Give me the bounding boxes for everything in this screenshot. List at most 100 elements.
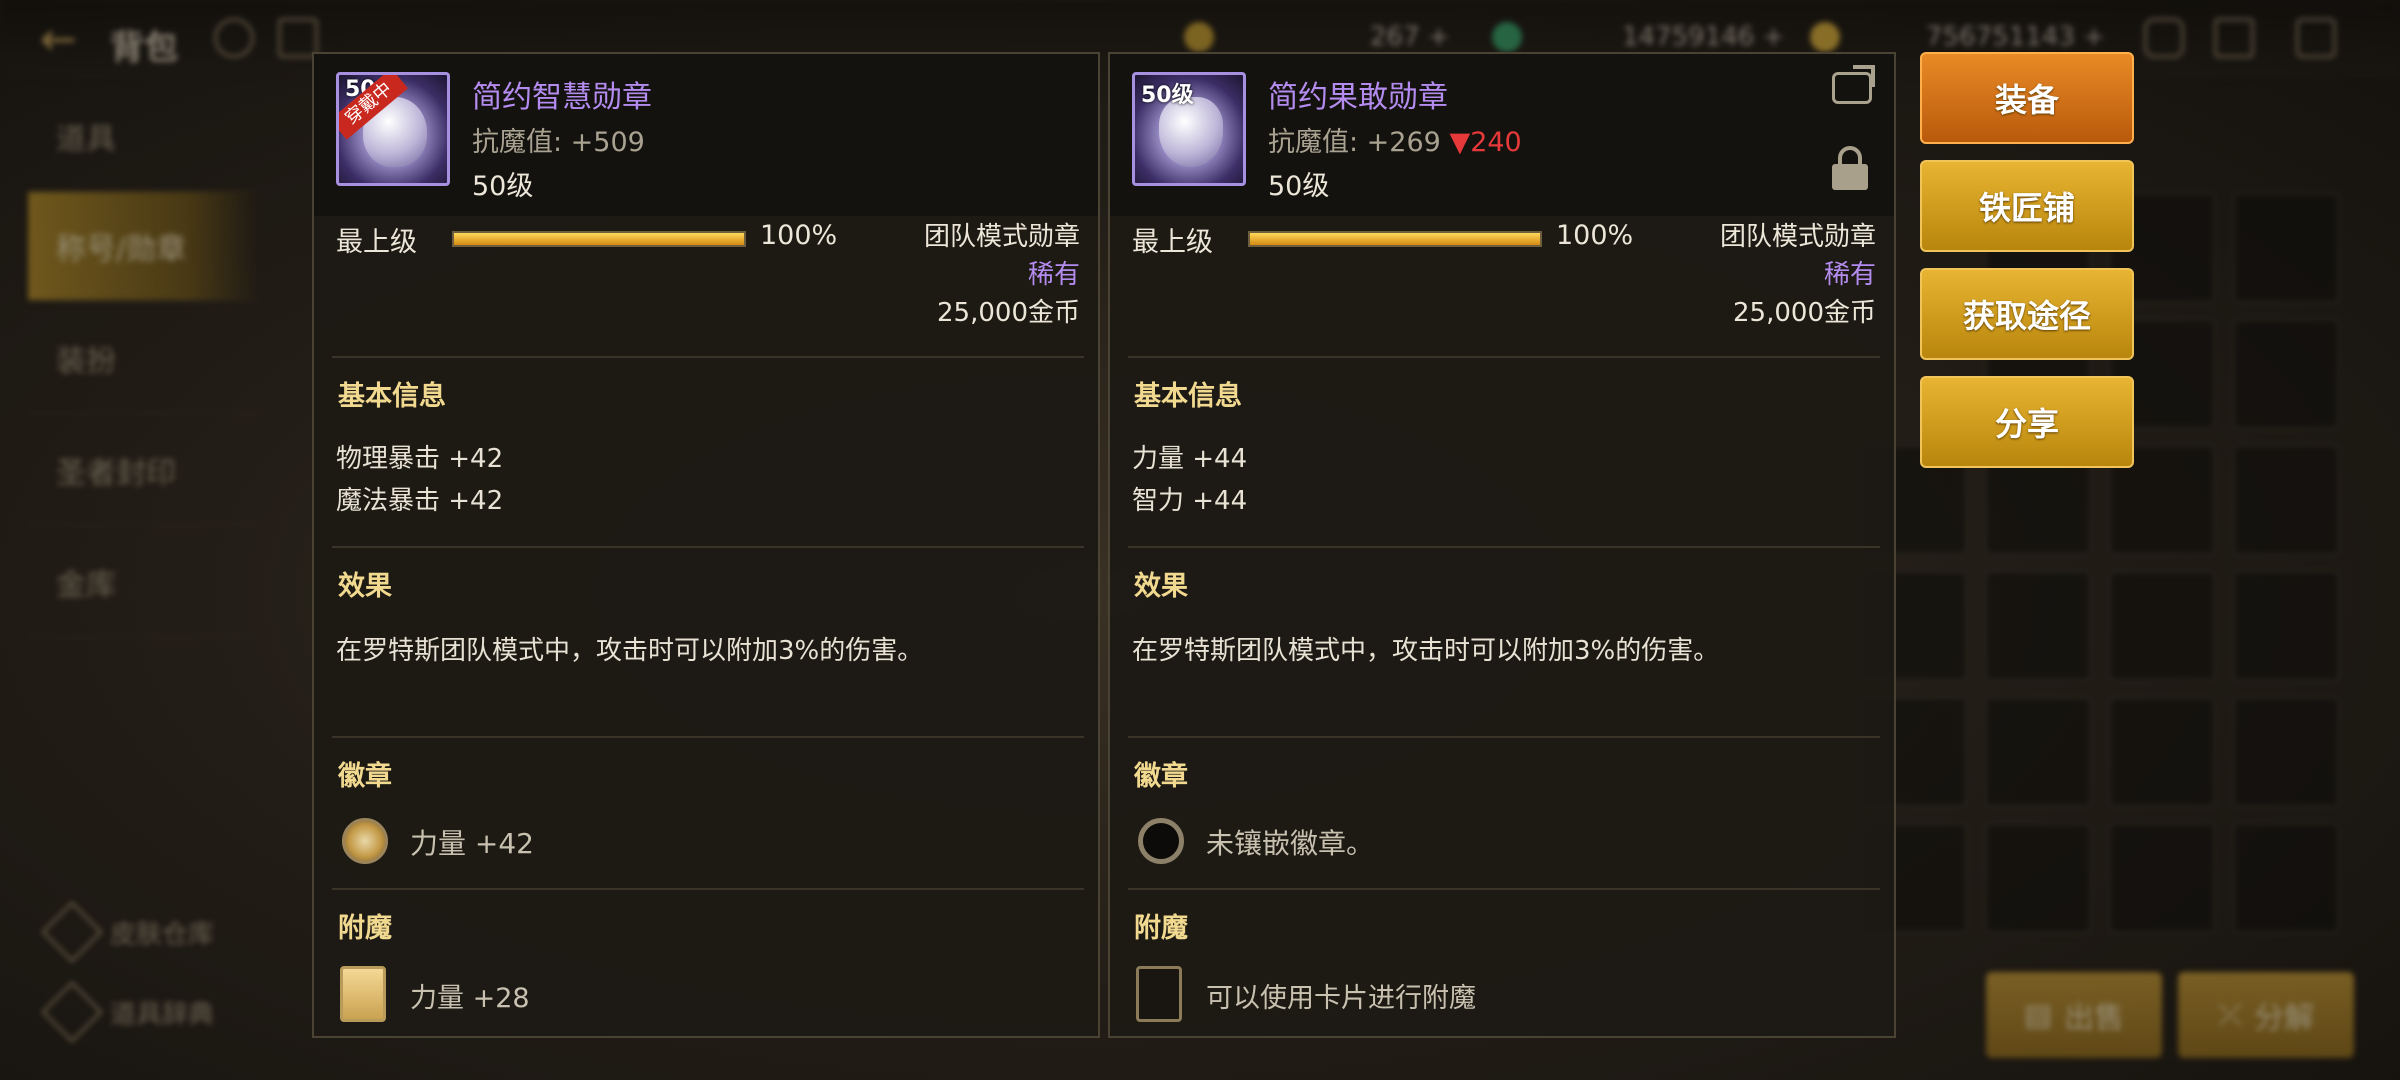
inventory-slot[interactable] (1984, 822, 2092, 934)
mail-icon[interactable] (2214, 18, 2254, 58)
divider (332, 356, 1084, 358)
sidebar-item-seal[interactable]: 圣者封印 (28, 416, 258, 526)
sell-button[interactable]: ▤ 出售 (1986, 972, 2162, 1058)
inventory-slot[interactable] (2108, 696, 2216, 808)
magic-resist-stat: 抗魔值: +269 ▼240 (1268, 120, 1522, 159)
basic-stat-line: 物理暴击 +42 (336, 444, 504, 474)
blacksmith-button[interactable]: 铁匠铺 (1920, 160, 2134, 252)
emblem-slot-icon (342, 818, 388, 864)
item-dictionary-button[interactable]: 道具辞典 (40, 980, 215, 1044)
inventory-slot[interactable] (1984, 696, 2092, 808)
emblem-title: 徽章 (338, 761, 392, 792)
divider (1128, 736, 1880, 738)
item-category: 团队模式勋章 (923, 222, 1080, 252)
item-tooltip-equipped: 50 穿戴中 简约智慧勋章 抗魔值: +509 50级 最上级 100% 团队模… (312, 52, 1100, 1038)
settings-icon[interactable] (214, 18, 254, 58)
divider (1128, 888, 1880, 890)
enchant-text: 力量 +28 (410, 983, 530, 1014)
basic-stat-line: 魔法暴击 +42 (336, 486, 504, 516)
basic-info-title: 基本信息 (1134, 381, 1242, 412)
divider (332, 736, 1084, 738)
currency-3-amount[interactable]: 756751143 + (1926, 22, 2105, 52)
lock-body (1832, 164, 1868, 190)
currency-2-amount[interactable]: 14759146 + (1622, 22, 1784, 52)
item-name: 简约智慧勋章 (472, 80, 652, 115)
sidebar-item-label: 称号/勋章 (56, 232, 187, 267)
divider (1128, 546, 1880, 548)
item-price: 25,000金币 (1733, 298, 1876, 328)
item-level: 50级 (472, 171, 534, 202)
dictionary-icon (40, 980, 104, 1044)
divider (1128, 356, 1880, 358)
obtain-method-button[interactable]: 获取途径 (1920, 268, 2134, 360)
item-dictionary-label: 道具辞典 (110, 999, 215, 1030)
medal-icon: 50 穿戴中 (336, 72, 450, 186)
enchant-title: 附魔 (1134, 913, 1188, 944)
sidebar-item-vault[interactable]: 金库 (28, 528, 258, 638)
emblem-text: 力量 +42 (410, 827, 534, 860)
divider (332, 888, 1084, 890)
currency-1-amount[interactable]: 267 + (1370, 22, 1450, 52)
sell-icon: ▤ (2023, 997, 2053, 1033)
empty-card-slot-icon (1136, 966, 1182, 1022)
item-price: 25,000金币 (937, 298, 1080, 328)
effect-text: 在罗特斯团队模式中，攻击时可以附加3%的伤害。 (1132, 636, 1720, 666)
grade-progress-bar (1248, 231, 1542, 247)
basic-info-list: 力量 +44 智力 +44 (1132, 438, 1247, 522)
basic-info-title: 基本信息 (338, 381, 446, 412)
inventory-slot[interactable] (2232, 570, 2340, 682)
inventory-slot[interactable] (2232, 318, 2340, 430)
stat-value: 抗魔值: +269 (1268, 127, 1441, 158)
grade-progress-percent: 100% (760, 220, 838, 251)
decompose-label: 分解 (2254, 1001, 2314, 1036)
grade-label: 最上级 (1132, 227, 1213, 258)
share-icon[interactable] (1832, 72, 1872, 104)
equip-button[interactable]: 装备 (1920, 52, 2134, 144)
item-rarity: 稀有 (1823, 260, 1876, 290)
enchant-card-icon (340, 966, 386, 1022)
sidebar-item-label: 道具 (56, 122, 116, 157)
lock-icon[interactable] (1832, 146, 1868, 190)
inventory-slot[interactable] (2232, 444, 2340, 556)
grade-progress-percent: 100% (1556, 220, 1634, 251)
item-meta: 团队模式勋章 稀有 25,000金币 (924, 218, 1080, 332)
sidebar-item-label: 金库 (56, 568, 116, 603)
inventory-slot[interactable] (2108, 822, 2216, 934)
inventory-slot[interactable] (2232, 192, 2340, 304)
inventory-slot[interactable] (2232, 822, 2340, 934)
divider (332, 546, 1084, 548)
sell-label: 出售 (2064, 1001, 2125, 1036)
sidebar-item-avatar[interactable]: 装扮 (28, 304, 258, 414)
sidebar-item-items[interactable]: 道具 (28, 82, 258, 192)
decompose-icon: ⤫ (2218, 997, 2242, 1033)
emblem-text: 未镶嵌徽章。 (1206, 827, 1375, 860)
icon-level-tag: 50级 (1141, 83, 1194, 108)
enchant-text: 可以使用卡片进行附魔 (1206, 983, 1476, 1014)
empty-emblem-slot-icon (1138, 818, 1184, 864)
share-button[interactable]: 分享 (1920, 376, 2134, 468)
item-rarity: 稀有 (1027, 260, 1080, 290)
magic-resist-stat: 抗魔值: +509 (472, 120, 645, 159)
grade-label: 最上级 (336, 227, 417, 258)
gold-icon (1810, 22, 1840, 52)
item-meta: 团队模式勋章 稀有 25,000金币 (1720, 218, 1876, 332)
item-level: 50级 (1268, 171, 1330, 202)
inventory-slot[interactable] (2232, 696, 2340, 808)
chat-icon[interactable] (2296, 18, 2336, 58)
back-arrow-icon[interactable]: ← (40, 14, 77, 65)
basic-info-list: 物理暴击 +42 魔法暴击 +42 (336, 438, 503, 522)
sidebar-item-titles-medals[interactable]: 称号/勋章 (28, 192, 258, 302)
stat-decrease: ▼240 (1449, 127, 1522, 158)
inventory-slot[interactable] (1984, 570, 2092, 682)
sidebar-item-label: 装扮 (56, 344, 116, 379)
emblem-title: 徽章 (1134, 761, 1188, 792)
decompose-button[interactable]: ⤫ 分解 (2178, 972, 2354, 1058)
item-category: 团队模式勋章 (1719, 222, 1876, 252)
basic-stat-line: 力量 +44 (1132, 444, 1248, 474)
inventory-slot[interactable] (2108, 570, 2216, 682)
skin-storage-button[interactable]: 皮肤仓库 (40, 900, 214, 964)
stat-value: 抗魔值: +509 (472, 127, 645, 158)
grade-progress-fill (454, 233, 744, 245)
bag-icon[interactable] (2144, 18, 2184, 58)
effect-title: 效果 (1134, 571, 1188, 602)
